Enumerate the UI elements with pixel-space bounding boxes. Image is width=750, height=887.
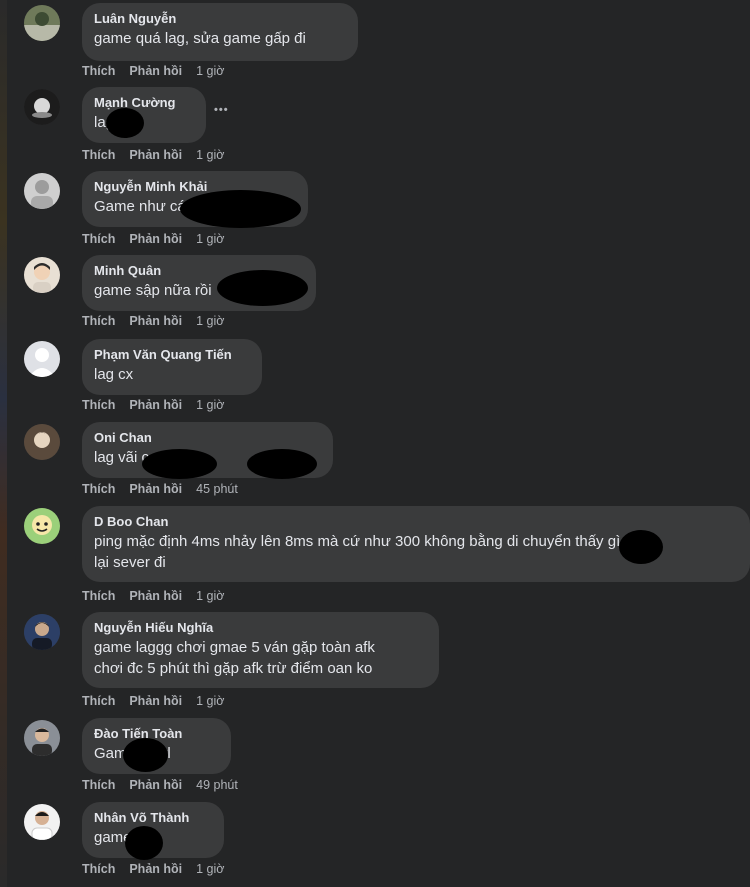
comment-actions: Thích Phản hồi 1 giờ [82,862,224,876]
comment-actions: Thích Phản hồi 1 giờ [82,589,224,603]
avatar[interactable] [24,257,60,293]
like-button[interactable]: Thích [82,778,115,792]
comment-actions: Thích Phản hồi 1 giờ [82,314,224,328]
comment-author[interactable]: Nguyễn Hiếu Nghĩa [94,620,427,636]
comment-time[interactable]: 1 giờ [196,314,224,328]
avatar[interactable] [24,341,60,377]
reply-button[interactable]: Phản hồi [129,778,182,792]
avatar[interactable] [24,508,60,544]
comment-text-line-2: chơi đc 5 phút thì gặp afk trừ điểm oan … [94,660,373,677]
comment-bubble: Phạm Văn Quang Tiến lag cx [82,339,262,395]
reply-button[interactable]: Phản hồi [129,148,182,162]
like-button[interactable]: Thích [82,482,115,496]
redaction-mark [619,530,663,564]
avatar[interactable] [24,424,60,460]
comment-actions: Thích Phản hồi 1 giờ [82,232,224,246]
redaction-mark [125,826,163,860]
comment-time[interactable]: 1 giờ [196,589,224,603]
like-button[interactable]: Thích [82,862,115,876]
redaction-mark [106,108,144,138]
reply-button[interactable]: Phản hồi [129,398,182,412]
comment-actions: Thích Phản hồi 49 phút [82,778,238,792]
comment-time[interactable]: 1 giờ [196,694,224,708]
redaction-mark [142,449,217,479]
redaction-mark [217,270,308,306]
reply-button[interactable]: Phản hồi [129,64,182,78]
avatar[interactable] [24,5,60,41]
avatar[interactable] [24,614,60,650]
like-button[interactable]: Thích [82,148,115,162]
comment-author[interactable]: Oni Chan [94,430,321,446]
comment-time[interactable]: 45 phút [196,482,238,496]
like-button[interactable]: Thích [82,398,115,412]
reply-button[interactable]: Phản hồi [129,694,182,708]
comment-time[interactable]: 1 giờ [196,862,224,876]
background-strip [0,0,7,887]
comment-bubble: Nguyễn Hiếu Nghĩa game laggg chơi gmae 5… [82,612,439,688]
reply-button[interactable]: Phản hồi [129,314,182,328]
like-button[interactable]: Thích [82,64,115,78]
comment-author[interactable]: Mạnh Cường [94,95,194,111]
comment-text: lag cx [94,366,134,383]
avatar[interactable] [24,89,60,125]
like-button[interactable]: Thích [82,694,115,708]
comment-actions: Thích Phản hồi 1 giờ [82,148,224,162]
like-button[interactable]: Thích [82,314,115,328]
comment-text: game laggg chơi gmae 5 ván gặp toàn afk [94,639,375,656]
comment-time[interactable]: 1 giờ [196,398,224,412]
redaction-mark [180,190,301,228]
comment-actions: Thích Phản hồi 45 phút [82,482,238,496]
reply-button[interactable]: Phản hồi [129,482,182,496]
redaction-mark [123,738,168,772]
comment-author[interactable]: Luân Nguyễn [94,11,346,27]
avatar[interactable] [24,804,60,840]
reply-button[interactable]: Phản hồi [129,589,182,603]
redaction-mark [247,449,317,479]
comment-actions: Thích Phản hồi 1 giờ [82,64,224,78]
comment-author[interactable]: D Boo Chan [94,514,738,530]
comment-time[interactable]: 1 giờ [196,64,224,78]
comment-bubble: Luân Nguyễn game quá lag, sửa game gấp đ… [82,3,358,61]
comment-actions: Thích Phản hồi 1 giờ [82,694,224,708]
reply-button[interactable]: Phản hồi [129,862,182,876]
comment-author[interactable]: Phạm Văn Quang Tiến [94,347,250,363]
comment-actions: Thích Phản hồi 1 giờ [82,398,224,412]
comment-time[interactable]: 49 phút [196,778,238,792]
reply-button[interactable]: Phản hồi [129,232,182,246]
comment-author[interactable]: Nhân Võ Thành [94,810,212,826]
more-options-icon[interactable]: ••• [214,104,229,116]
comment-bubble: Mạnh Cường lag [82,87,206,143]
comment-time[interactable]: 1 giờ [196,148,224,162]
like-button[interactable]: Thích [82,232,115,246]
comments-panel: Luân Nguyễn game quá lag, sửa game gấp đ… [7,0,750,887]
avatar[interactable] [24,720,60,756]
comment-time[interactable]: 1 giờ [196,232,224,246]
avatar[interactable] [24,173,60,209]
comment-text: game quá lag, sửa game gấp đi [94,30,306,47]
like-button[interactable]: Thích [82,589,115,603]
